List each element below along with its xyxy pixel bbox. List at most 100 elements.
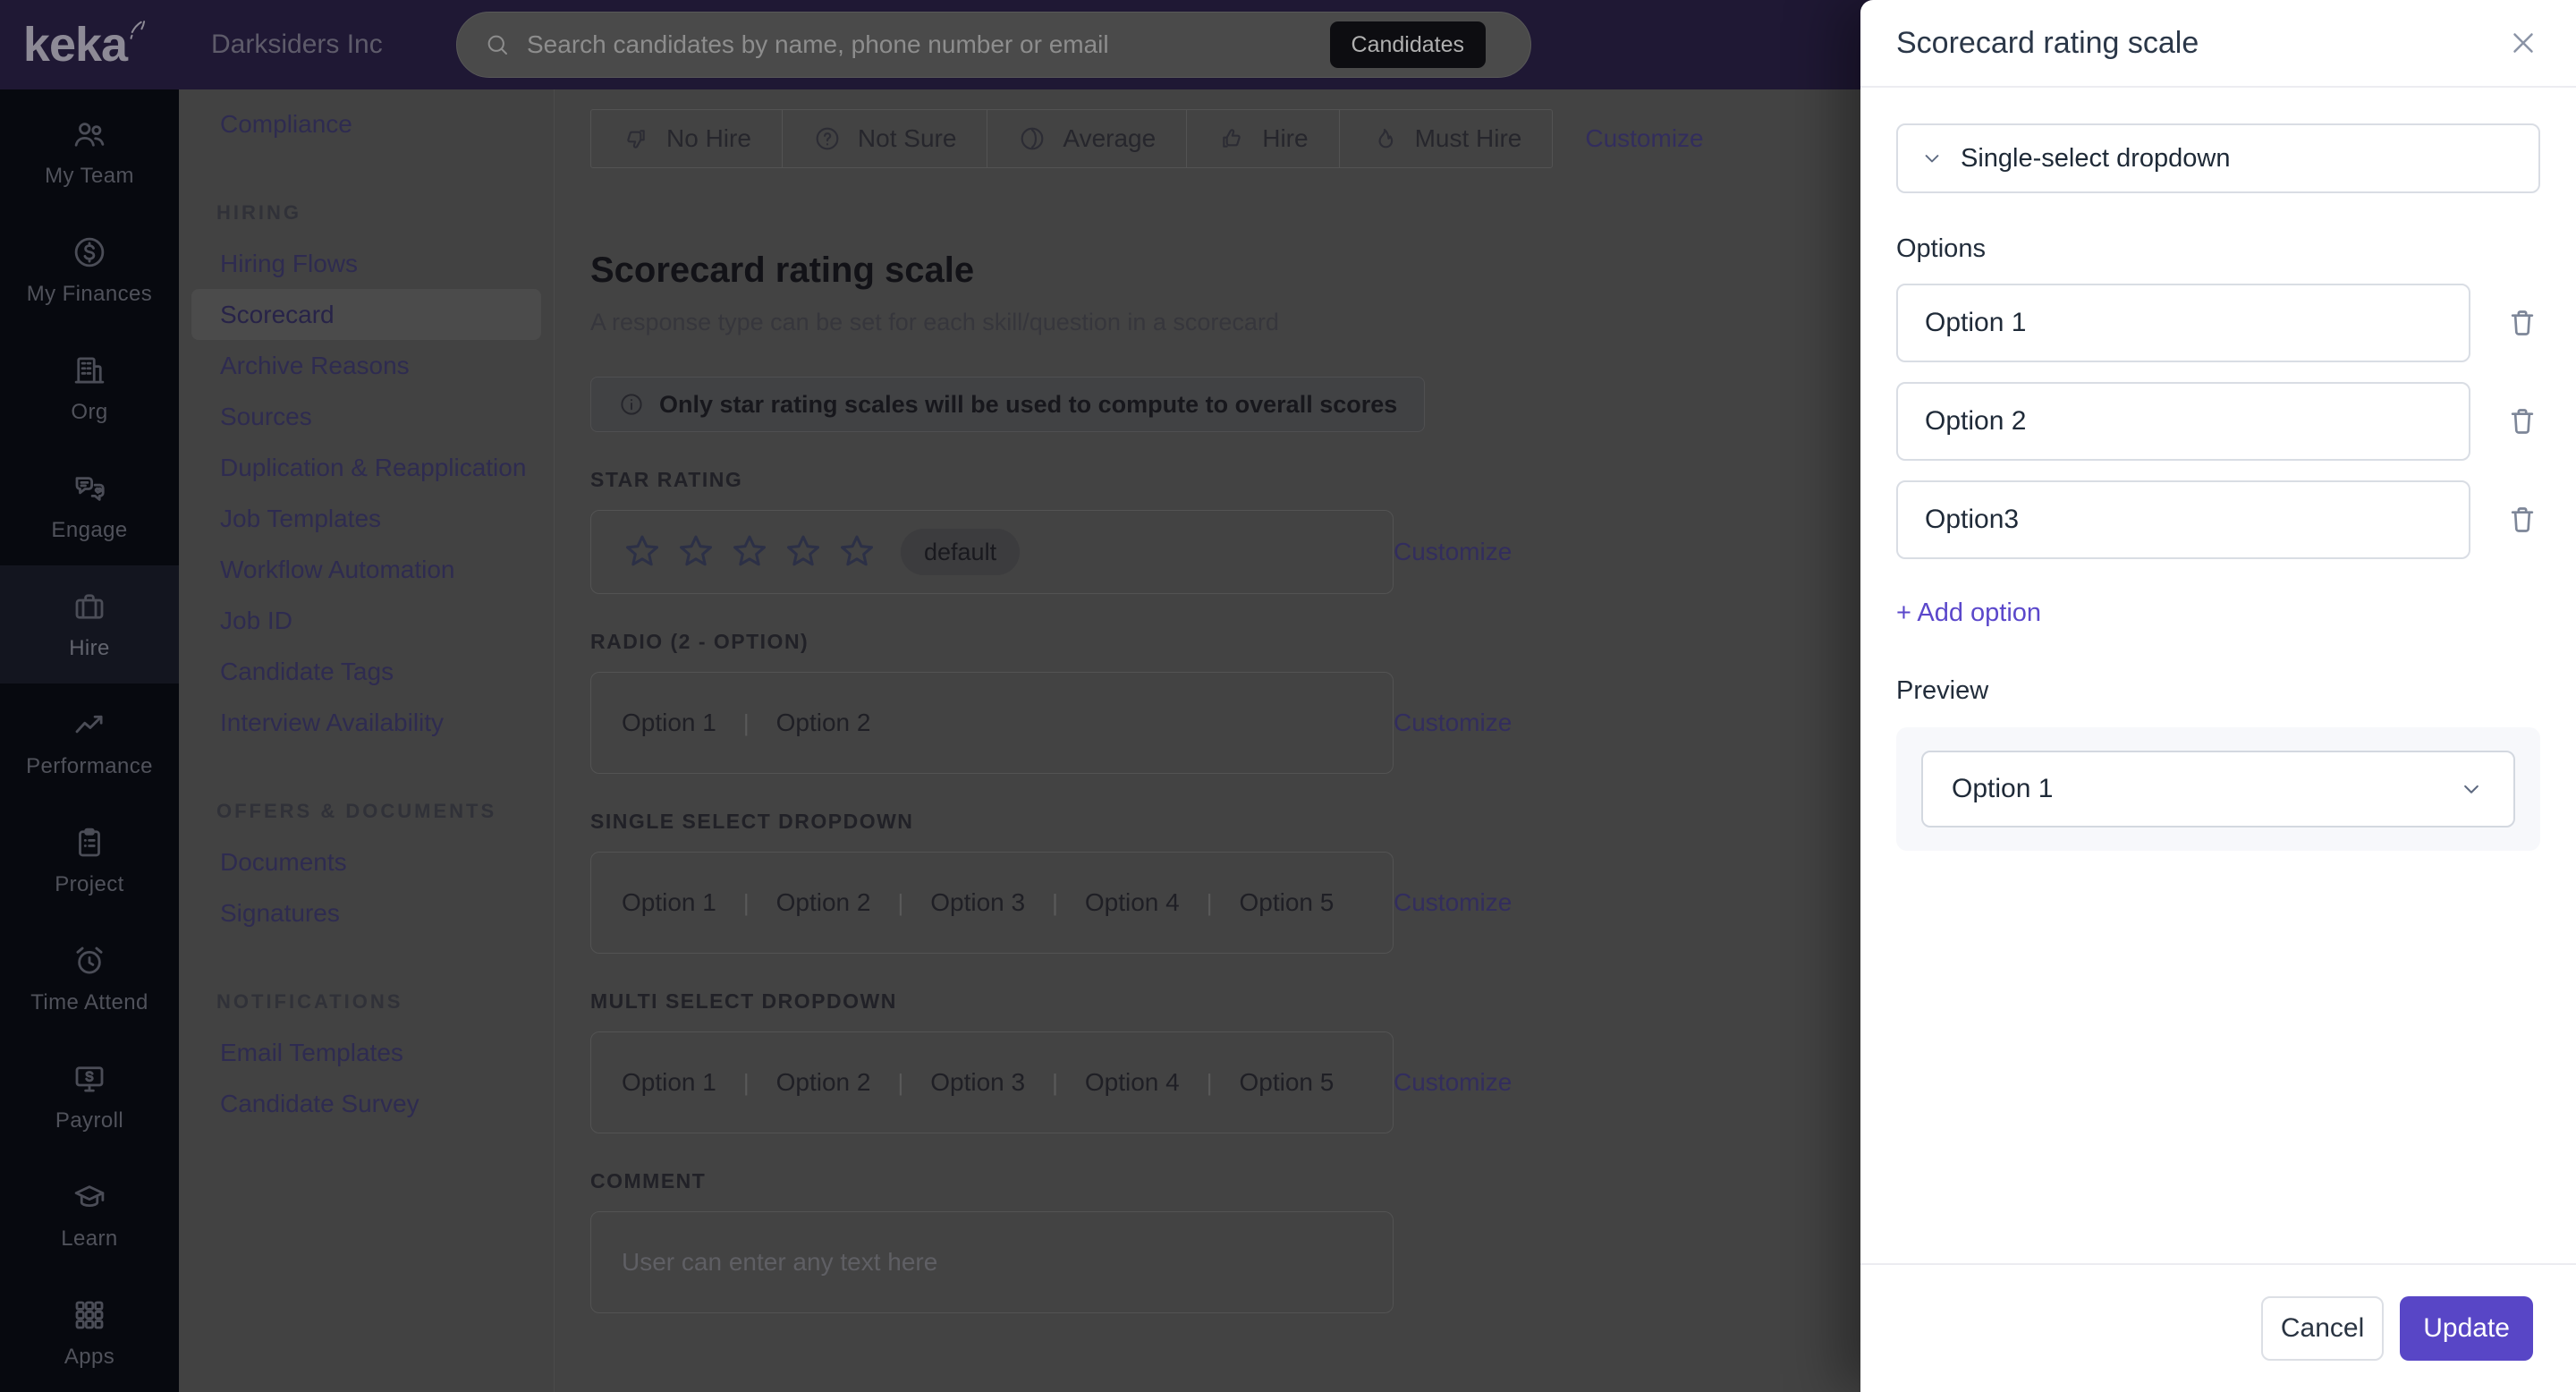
sidebar-item-my-team[interactable]: My Team: [0, 93, 179, 211]
overall-rating-bar: No Hire Not Sure Average Hire Must Hire: [590, 109, 1860, 168]
sidebar-item-hire[interactable]: Hire: [0, 565, 179, 683]
sidebar-item-learn[interactable]: Learn: [0, 1156, 179, 1274]
cancel-button[interactable]: Cancel: [2260, 1296, 2385, 1361]
subnav-item-candidate-tags[interactable]: Candidate Tags: [179, 646, 554, 697]
drawer-header: Scorecard rating scale: [1860, 0, 2576, 88]
sidebar-item-apps[interactable]: Apps: [0, 1274, 179, 1392]
star-icon[interactable]: [675, 531, 716, 573]
star-icon[interactable]: [783, 531, 824, 573]
default-badge: default: [901, 529, 1021, 575]
question-circle-icon: [813, 124, 842, 153]
app-window: keka Darksiders Inc Search candidates by…: [0, 0, 2576, 1392]
learn-icon: [71, 1178, 108, 1216]
add-option-link[interactable]: + Add option: [1896, 598, 2041, 628]
star-rating-control[interactable]: [622, 531, 877, 573]
sidebar-item-label: Payroll: [55, 1108, 124, 1133]
delete-option-button[interactable]: [2504, 403, 2540, 439]
subnav-item-workflow-automation[interactable]: Workflow Automation: [179, 544, 554, 595]
subnav-item-job-templates[interactable]: Job Templates: [179, 493, 554, 544]
rating-button-label: Must Hire: [1414, 124, 1522, 152]
sidebar-item-engage[interactable]: Engage: [0, 447, 179, 565]
customize-radio-link[interactable]: Customize: [1394, 709, 1512, 737]
subnav-item-candidate-survey[interactable]: Candidate Survey: [179, 1078, 554, 1129]
delete-option-button[interactable]: [2504, 502, 2540, 538]
keka-logo: keka: [0, 16, 179, 73]
global-search[interactable]: Search candidates by name, phone number …: [456, 12, 1531, 78]
sidebar-item-payroll[interactable]: Payroll: [0, 1038, 179, 1156]
comment-box[interactable]: User can enter any text here: [590, 1211, 1394, 1313]
multi-select-section: MULTI SELECT DROPDOWN Option 1 | Option …: [590, 989, 1860, 1133]
must-hire-button[interactable]: Must Hire: [1338, 110, 1553, 167]
sidebar-item-label: Hire: [69, 636, 110, 660]
rating-button-label: Average: [1063, 124, 1157, 152]
time-attend-icon: [71, 942, 108, 980]
average-button[interactable]: Average: [987, 110, 1186, 167]
star-icon[interactable]: [729, 531, 770, 573]
company-name: Darksiders Inc: [211, 30, 383, 59]
delete-option-button[interactable]: [2504, 305, 2540, 341]
select-option: Option 1: [622, 888, 716, 916]
response-type-select[interactable]: Single-select dropdown: [1896, 123, 2540, 193]
option-input-1[interactable]: [1896, 284, 2470, 362]
option-row: [1896, 480, 2540, 559]
not-sure-button[interactable]: Not Sure: [781, 110, 987, 167]
customize-multi-select-link[interactable]: Customize: [1394, 1068, 1512, 1097]
subnav-item-sources[interactable]: Sources: [179, 391, 554, 442]
sidebar-item-performance[interactable]: Performance: [0, 683, 179, 802]
search-scope-badge[interactable]: Candidates: [1329, 21, 1486, 68]
subnav-item-compliance[interactable]: Compliance: [179, 98, 554, 149]
sidebar-item-project[interactable]: Project: [0, 802, 179, 920]
sidebar-item-label: Engage: [51, 518, 128, 542]
rating-button-label: Not Sure: [857, 124, 957, 152]
subnav-item-duplication[interactable]: Duplication & Reapplication: [179, 442, 554, 493]
update-button[interactable]: Update: [2400, 1296, 2533, 1361]
search-icon: [484, 31, 511, 58]
logo-burst-icon: [129, 14, 156, 41]
subnav-item-interview-availability[interactable]: Interview Availability: [179, 697, 554, 748]
customize-single-select-link[interactable]: Customize: [1394, 888, 1512, 917]
customize-overall-link[interactable]: Customize: [1585, 124, 1703, 153]
rating-button-label: No Hire: [666, 124, 751, 152]
hire-button[interactable]: Hire: [1186, 110, 1338, 167]
thumbs-up-icon: [1217, 124, 1246, 153]
single-select-box: Option 1 | Option 2 | Option 3 | Option …: [590, 852, 1394, 954]
subnav-item-job-id[interactable]: Job ID: [179, 595, 554, 646]
options-label: Options: [1896, 234, 1986, 263]
subnav-item-documents[interactable]: Documents: [179, 836, 554, 887]
sidebar-item-label: Project: [55, 872, 124, 896]
section-label: COMMENT: [590, 1169, 707, 1193]
no-hire-button[interactable]: No Hire: [591, 110, 782, 167]
subnav-item-signatures[interactable]: Signatures: [179, 887, 554, 938]
star-icon[interactable]: [622, 531, 663, 573]
select-option: Option 3: [930, 888, 1026, 916]
close-button[interactable]: [2506, 26, 2540, 60]
apps-icon: [71, 1296, 108, 1334]
drawer-footer: Cancel Update: [1860, 1263, 2576, 1392]
sidebar-item-org[interactable]: Org: [0, 329, 179, 447]
rating-button-group: No Hire Not Sure Average Hire Must Hire: [590, 109, 1554, 168]
option-input-2[interactable]: [1896, 382, 2470, 461]
option-row: [1896, 284, 2540, 362]
customize-star-link[interactable]: Customize: [1394, 538, 1512, 566]
star-rating-section: STAR RATING default Customize: [590, 468, 1860, 594]
subnav-item-scorecard[interactable]: Scorecard: [191, 289, 541, 340]
subnav-item-hiring-flows[interactable]: Hiring Flows: [179, 238, 554, 289]
star-icon[interactable]: [836, 531, 877, 573]
section-label: STAR RATING: [590, 468, 743, 491]
sidebar-item-label: Time Attend: [30, 990, 148, 1014]
option-input-3[interactable]: [1896, 480, 2470, 559]
preview-dropdown[interactable]: Option 1: [1921, 751, 2515, 828]
sidebar-item-time-attend[interactable]: Time Attend: [0, 920, 179, 1038]
section-label: MULTI SELECT DROPDOWN: [590, 989, 897, 1013]
sidebar-item-my-finances[interactable]: My Finances: [0, 211, 179, 329]
comment-section: COMMENT User can enter any text here: [590, 1169, 1860, 1313]
option-divider: |: [1206, 888, 1213, 916]
option-row: [1896, 382, 2540, 461]
option-divider: |: [1052, 1068, 1058, 1096]
flame-icon: [1370, 124, 1399, 153]
option-divider: |: [742, 1068, 750, 1096]
select-option: Option 2: [775, 888, 871, 916]
subnav-item-archive-reasons[interactable]: Archive Reasons: [179, 340, 554, 391]
subnav-item-email-templates[interactable]: Email Templates: [179, 1027, 554, 1078]
sidebar-item-label: Org: [71, 400, 108, 424]
